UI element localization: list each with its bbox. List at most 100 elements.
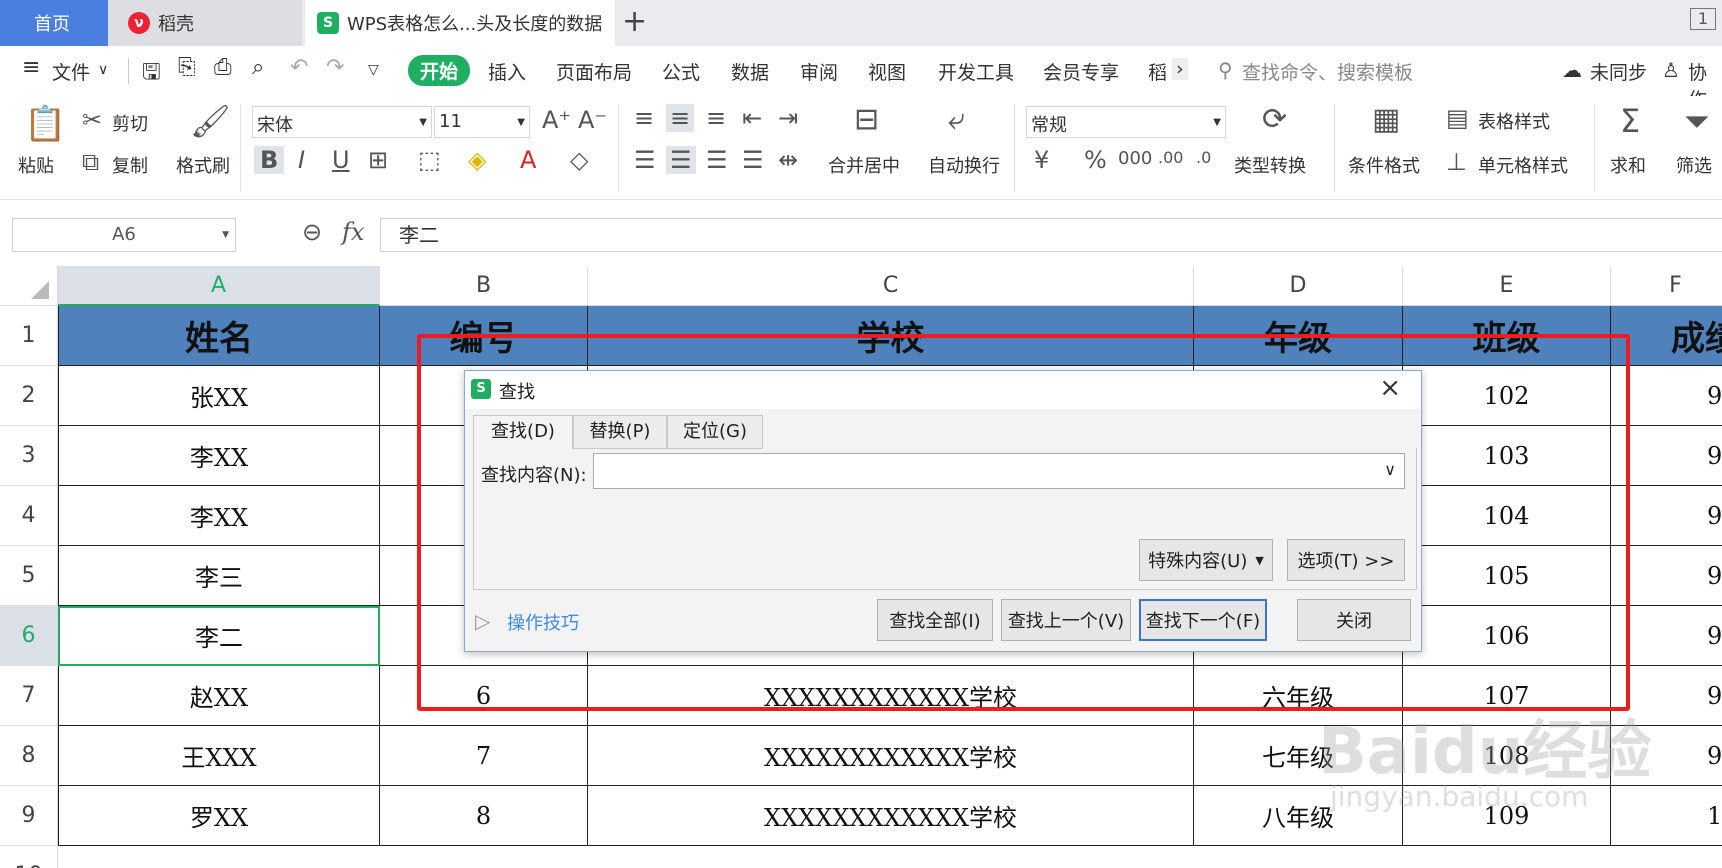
font-color-icon[interactable]: A (520, 146, 536, 174)
table-cell[interactable]: XXXXXXXXXXXX学校 (588, 666, 1194, 726)
window-layout-icon[interactable]: 1 (1690, 8, 1716, 30)
sum-button[interactable]: 求和 (1610, 152, 1646, 178)
column-header-c[interactable]: C (588, 266, 1194, 306)
convert-icon[interactable]: ⟳ (1262, 102, 1287, 137)
menu-start[interactable]: 开始 (408, 55, 471, 86)
bold-icon[interactable]: B (254, 146, 285, 174)
align-bottom-icon[interactable]: ≡ (706, 104, 726, 132)
conditional-format-icon[interactable]: ▦ (1372, 102, 1400, 137)
table-cell[interactable]: XXXXXXXXXXXX学校 (588, 786, 1194, 846)
column-header-b[interactable]: B (380, 266, 588, 306)
align-right-icon[interactable]: ☰ (706, 146, 728, 174)
select-all-corner[interactable] (0, 266, 58, 306)
table-cell[interactable]: 李XX (58, 426, 380, 486)
menu-page-layout[interactable]: 页面布局 (556, 58, 632, 85)
menu-formula[interactable]: 公式 (662, 58, 700, 85)
column-header-d[interactable]: D (1194, 266, 1403, 306)
table-cell[interactable]: 97 (1611, 486, 1722, 546)
print-icon[interactable]: ⎙ (214, 55, 232, 80)
filter-icon[interactable]: ⏷ (1684, 102, 1710, 141)
menu-review[interactable]: 审阅 (800, 58, 838, 85)
table-cell[interactable]: 6 (380, 666, 588, 726)
table-cell[interactable]: 103 (1403, 426, 1611, 486)
formula-input[interactable]: 李二 (380, 218, 1722, 252)
name-box[interactable]: A6 ▼ (12, 218, 236, 252)
format-painter-button[interactable]: 格式刷 (176, 152, 230, 178)
tab-daoke[interactable]: ν 稻壳 (108, 0, 302, 46)
currency-icon[interactable]: ¥ (1034, 146, 1049, 174)
options-button[interactable]: 选项(T) >> (1287, 539, 1405, 581)
new-tab-button[interactable]: + (622, 4, 647, 39)
wrap-text-button[interactable]: 自动换行 (928, 152, 1000, 178)
column-header-a[interactable]: A (58, 266, 380, 306)
find-previous-button[interactable]: 查找上一个(V) (1001, 599, 1131, 641)
row-header-5[interactable]: 5 (0, 546, 58, 606)
table-cell[interactable]: 李三 (58, 546, 380, 606)
find-input[interactable]: ∨ (593, 453, 1405, 489)
conditional-format-button[interactable]: 条件格式 (1348, 152, 1420, 178)
row-header-2[interactable]: 2 (0, 366, 58, 426)
eraser-icon[interactable]: ◇ (570, 146, 588, 174)
menu-data[interactable]: 数据 (731, 58, 769, 85)
indent-icon[interactable]: ⇥ (778, 104, 798, 132)
table-cell[interactable]: 95 (1611, 606, 1722, 666)
font-family-select[interactable]: 宋体 ▼ (252, 106, 432, 138)
fill-style-icon[interactable]: ⬚ (418, 146, 441, 174)
menu-more-button[interactable]: › (1172, 58, 1188, 80)
table-cell[interactable]: 104 (1403, 486, 1611, 546)
table-cell[interactable]: 王XXX (58, 726, 380, 786)
tab-document[interactable]: S WPS表格怎么...头及长度的数据 (305, 0, 615, 46)
tab-goto[interactable]: 定位(G) (667, 415, 763, 449)
preview-icon[interactable]: ⌕ (252, 55, 264, 80)
sync-status[interactable]: 未同步 (1590, 58, 1647, 85)
find-all-button[interactable]: 查找全部(I) (877, 599, 993, 641)
distribute-icon[interactable]: ⇹ (778, 146, 798, 174)
merge-center-button[interactable]: 合并居中 (828, 152, 900, 178)
outdent-icon[interactable]: ⇤ (742, 104, 762, 132)
menu-file[interactable]: 文件 (52, 58, 90, 85)
menu-insert[interactable]: 插入 (488, 58, 526, 85)
borders-icon[interactable]: ⊞ (368, 146, 388, 174)
fill-color-icon[interactable]: ◈ (468, 146, 486, 174)
align-center-icon[interactable]: ☰ (666, 146, 696, 174)
special-content-button[interactable]: 特殊内容(U) ▼ (1139, 539, 1273, 581)
table-cell[interactable]: 罗XX (58, 786, 380, 846)
menu-view[interactable]: 视图 (868, 58, 906, 85)
tab-find[interactable]: 查找(D) (473, 415, 573, 449)
table-cell[interactable]: 张XX (58, 366, 380, 426)
percent-icon[interactable]: % (1084, 146, 1107, 174)
decrease-font-icon[interactable]: A⁻ (578, 106, 607, 134)
save-icon[interactable]: 🖫 (142, 55, 161, 93)
column-header-f[interactable]: F (1611, 266, 1722, 306)
header-cell[interactable]: 年级 (1194, 306, 1403, 366)
align-left-icon[interactable]: ☰ (634, 146, 656, 174)
font-size-select[interactable]: 11 ▼ (434, 106, 530, 138)
tips-link[interactable]: 操作技巧 (507, 609, 579, 635)
increase-decimal-icon[interactable]: .00 (1158, 148, 1183, 167)
fx-icon[interactable]: fx (342, 218, 364, 246)
merge-cells-icon[interactable]: ⊟ (854, 102, 879, 137)
type-convert-button[interactable]: 类型转换 (1234, 152, 1306, 178)
tab-home[interactable]: 首页 (0, 0, 108, 46)
menu-member[interactable]: 会员专享 (1043, 58, 1119, 85)
cell-style-icon[interactable]: ⊥ (1446, 148, 1467, 176)
copy-icon[interactable]: ⧉ (82, 148, 99, 176)
increase-font-icon[interactable]: A⁺ (542, 106, 571, 134)
row-header-4[interactable]: 4 (0, 486, 58, 546)
table-cell[interactable]: 8 (380, 786, 588, 846)
cell-style-button[interactable]: 单元格样式 (1478, 152, 1568, 178)
number-format-select[interactable]: 常规 ▼ (1026, 106, 1226, 138)
export-icon[interactable]: ⎘ (178, 55, 196, 80)
row-header-7[interactable]: 7 (0, 666, 58, 726)
command-search-input[interactable]: 查找命令、搜索模板 (1242, 58, 1413, 85)
table-cell[interactable]: 99 (1611, 366, 1722, 426)
redo-icon[interactable]: ↷ (326, 55, 344, 80)
row-header-9[interactable]: 9 (0, 786, 58, 846)
find-next-button[interactable]: 查找下一个(F) (1139, 599, 1267, 641)
row-header-6[interactable]: 6 (0, 606, 58, 666)
copy-button[interactable]: 复制 (112, 152, 148, 178)
justify-icon[interactable]: ☰ (742, 146, 764, 174)
clipboard-icon[interactable]: 📋 (24, 104, 66, 144)
table-style-icon[interactable]: ▤ (1446, 104, 1469, 132)
align-middle-icon[interactable]: ≡ (666, 104, 695, 132)
